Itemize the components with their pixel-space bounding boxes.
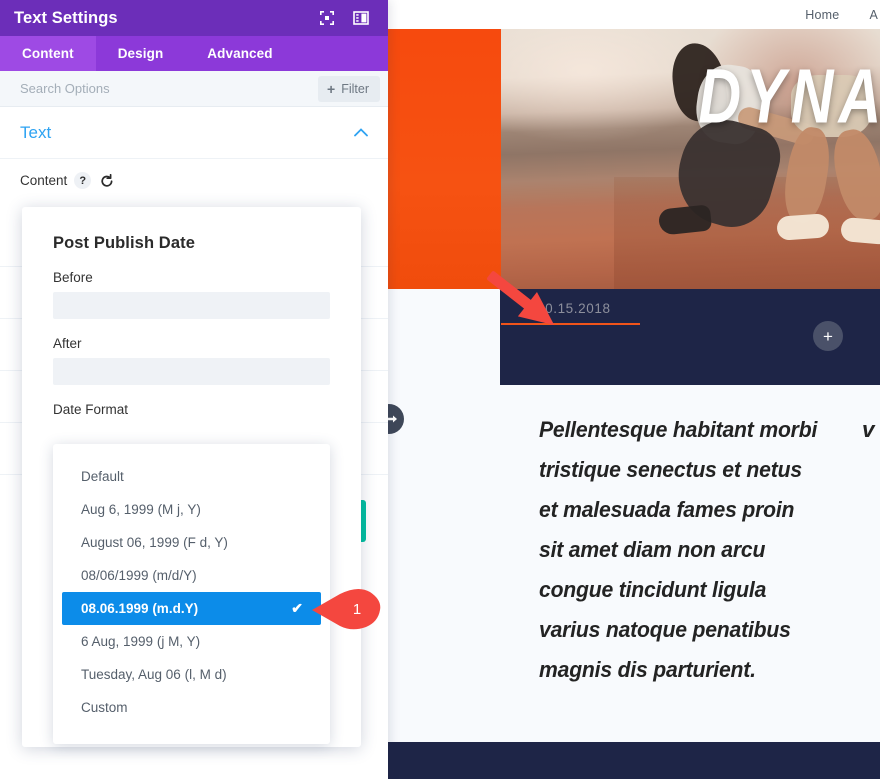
panel-title: Text Settings [14,8,118,27]
field-before: Before [22,253,361,319]
dropdown-option-custom[interactable]: Custom [53,691,330,724]
reset-icon[interactable] [98,172,115,189]
post-body-column: Pellentesque habitant morbi tristique se… [539,410,839,690]
fullscreen-icon[interactable] [314,5,340,31]
field-after: After [22,319,361,385]
panel-tabs: Content Design Advanced [0,36,388,71]
field-before-label: Before [53,270,93,285]
dropdown-option-fdy[interactable]: August 06, 1999 (F d, Y) [53,526,330,559]
post-body-paragraph-clipped: v s s c a n n a n n [862,417,880,442]
add-module-button[interactable]: + [813,321,843,351]
footer-band [388,742,880,779]
help-icon[interactable]: ? [74,172,92,189]
hero-title: DYNA [697,53,880,140]
plus-icon: + [327,80,336,97]
dropdown-option-lmd[interactable]: Tuesday, Aug 06 (l, M d) [53,658,330,691]
nav-link-home[interactable]: Home [805,8,839,22]
popup-title: Post Publish Date [53,234,195,252]
nav-link-about[interactable]: A [869,8,878,22]
tab-design[interactable]: Design [96,36,186,71]
dropdown-option-jmy[interactable]: 6 Aug, 1999 (j M, Y) [53,625,330,658]
hero-figure-shoe [657,204,713,236]
dropdown-option-label: 08.06.1999 (m.d.Y) [81,601,199,616]
date-format-dropdown: Default Aug 6, 1999 (M j, Y) August 06, … [53,444,330,744]
tab-advanced[interactable]: Advanced [185,36,294,71]
text-settings-panel: Text Settings Content Design Advanced Se… [0,0,388,779]
dropdown-option-mjy[interactable]: Aug 6, 1999 (M j, Y) [53,493,330,526]
post-body-area: Pellentesque habitant morbi tristique se… [388,385,880,742]
content-field-header: Content ? [0,159,388,189]
search-bar: + Filter [0,71,388,107]
after-input[interactable] [53,358,330,385]
dropdown-option-mdy-dot[interactable]: 08.06.1999 (m.d.Y) ✔ [62,592,321,625]
section-toggle-text[interactable]: Text [0,107,388,159]
screen-root: Home A DYNA 10.15.2018 + Pellentesque ha… [0,0,880,779]
hero-figure2-shoe-left [776,213,830,241]
search-input[interactable] [20,81,319,96]
field-date-format: Date Format [22,385,361,417]
tab-content[interactable]: Content [0,36,96,71]
post-body-paragraph: Pellentesque habitant morbi tristique se… [539,417,818,682]
callout-number: 1 [352,600,362,618]
before-input[interactable] [53,292,330,319]
check-icon: ✔ [291,600,303,616]
section-title: Text [20,122,52,142]
callout-arrow-icon [487,271,555,326]
layout-columns-icon[interactable] [348,5,374,31]
content-field-label: Content [20,173,68,188]
step-callout-badge: 1 [310,586,384,634]
hero-section: DYNA [388,29,880,289]
hero-orange-bar [388,29,501,289]
chevron-up-icon [354,128,368,137]
field-after-label: After [53,336,82,351]
panel-header: Text Settings [0,0,388,36]
filter-button[interactable]: + Filter [318,75,380,102]
dropdown-option-default[interactable]: Default [53,460,330,493]
dropdown-option-mdy-slash[interactable]: 08/06/1999 (m/d/Y) [53,559,330,592]
post-body-column-clipped: v s s c a n n a n n [862,410,880,450]
field-date-format-label: Date Format [53,402,129,417]
filter-button-label: Filter [341,81,369,96]
